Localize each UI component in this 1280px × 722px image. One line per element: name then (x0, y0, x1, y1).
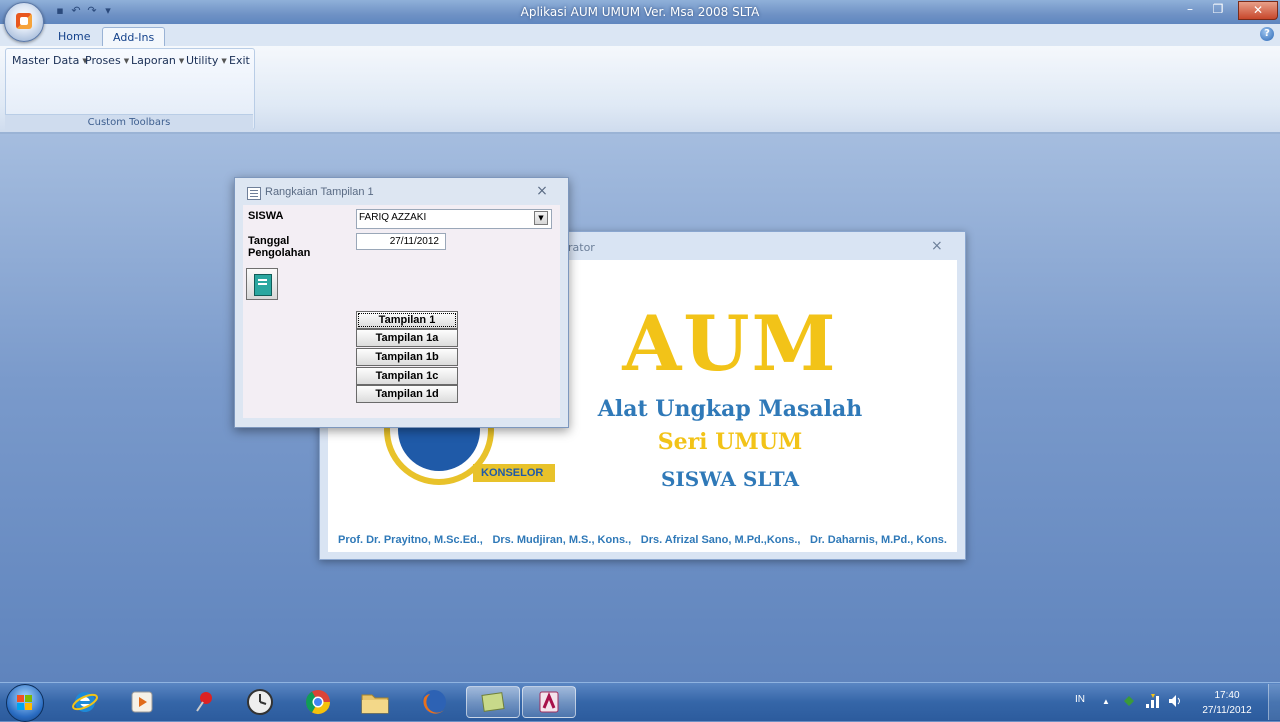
tanggal-field[interactable]: 27/11/2012 (356, 233, 446, 250)
tab-home[interactable]: Home (48, 27, 100, 46)
file-explorer-icon[interactable] (357, 686, 393, 718)
tray-expand-icon[interactable]: ▲ (1102, 697, 1110, 706)
start-button[interactable] (6, 684, 44, 722)
chrome-icon[interactable] (300, 686, 336, 718)
dialog-body: SISWA FARIQ AZZAKI ▼ Tanggal Pengolahan … (243, 205, 560, 418)
author: Dr. Daharnis, M.Pd., Kons. (810, 534, 947, 546)
access-icon[interactable] (522, 686, 576, 718)
office-button[interactable] (4, 2, 44, 42)
logo-label: KONSELOR (473, 464, 555, 482)
siswa-value: FARIQ AZZAKI (359, 212, 427, 223)
author: Drs. Afrizal Sano, M.Pd.,Kons., (640, 534, 801, 546)
group-label: Custom Toolbars (5, 114, 253, 130)
dialog-title-bar[interactable]: Rangkaian Tampilan 1 × (235, 178, 568, 205)
help-icon[interactable]: ? (1260, 27, 1274, 41)
menu-laporan[interactable]: Laporan ▼ (131, 54, 184, 67)
splash-close-button[interactable]: × (931, 238, 943, 254)
siswa-label: SISWA (248, 210, 284, 222)
firefox-icon[interactable] (416, 686, 452, 718)
menu-master-data[interactable]: Master Data ▼ (12, 54, 88, 67)
signal-icon[interactable] (1145, 694, 1161, 711)
splash-heading: AUM (622, 299, 838, 388)
tanggal-label: Tanggal Pengolahan (248, 235, 311, 259)
system-clock[interactable]: 17:40 27/11/2012 (1196, 688, 1258, 718)
notebook-button[interactable] (246, 268, 278, 300)
close-button[interactable]: ✕ (1238, 1, 1278, 20)
volume-icon[interactable] (1168, 694, 1184, 711)
tampilan-1-button[interactable]: Tampilan 1 (356, 311, 458, 329)
splash-title: rator (568, 241, 595, 254)
tampilan-1d-button[interactable]: Tampilan 1d (356, 385, 458, 403)
chevron-down-icon: ▼ (123, 57, 130, 65)
ribbon-tab-bar: Home Add-Ins (0, 24, 1280, 47)
notes-app-icon[interactable] (466, 686, 520, 718)
office-logo-icon (16, 13, 32, 29)
siswa-combo[interactable]: FARIQ AZZAKI ▼ (356, 209, 552, 229)
author: Prof. Dr. Prayitno, M.Sc.Ed., (338, 534, 483, 546)
tab-add-ins[interactable]: Add-Ins (102, 27, 166, 47)
dialog-title: Rangkaian Tampilan 1 (265, 186, 374, 198)
internet-explorer-icon[interactable] (67, 686, 103, 718)
author: Drs. Mudjiran, M.S., Kons., (492, 534, 632, 546)
show-desktop-button[interactable] (1268, 684, 1280, 720)
tampilan-1a-button[interactable]: Tampilan 1a (356, 329, 458, 347)
clock-app-icon[interactable] (242, 686, 278, 718)
network-status-icon[interactable] (1122, 694, 1136, 711)
menu-exit[interactable]: Exit (229, 54, 250, 67)
language-indicator[interactable]: IN (1075, 694, 1085, 705)
rangkaian-dialog: Rangkaian Tampilan 1 × SISWA FARIQ AZZAK… (234, 177, 569, 428)
media-player-icon[interactable] (124, 686, 160, 718)
tampilan-1b-button[interactable]: Tampilan 1b (356, 348, 458, 366)
restore-button[interactable]: ❐ (1204, 1, 1232, 18)
window-title: Aplikasi AUM UMUM Ver. Msa 2008 SLTA (520, 5, 760, 19)
splash-level: SISWA SLTA (660, 467, 800, 491)
splash-series: Seri UMUM (657, 429, 803, 455)
dialog-close-button[interactable]: × (535, 183, 549, 199)
authors-line: Prof. Dr. Prayitno, M.Sc.Ed., Drs. Mudji… (330, 534, 955, 546)
windows-logo-icon (17, 695, 33, 711)
menu-utility[interactable]: Utility ▼ (186, 54, 227, 67)
minimize-button[interactable]: – (1176, 1, 1204, 18)
konselor-logo-icon (384, 425, 494, 495)
chevron-down-icon[interactable]: ▼ (534, 211, 548, 225)
tampilan-1c-button[interactable]: Tampilan 1c (356, 367, 458, 385)
clock-date: 27/11/2012 (1202, 705, 1252, 716)
pin-app-icon[interactable] (186, 686, 222, 718)
notebook-icon (254, 274, 272, 296)
clock-time: 17:40 (1214, 690, 1240, 701)
splash-subtitle: Alat Ungkap Masalah (597, 396, 863, 422)
chevron-down-icon: ▼ (221, 57, 227, 65)
chevron-down-icon: ▼ (178, 57, 185, 65)
form-icon (247, 187, 261, 200)
menu-proses[interactable]: Proses ▼ (85, 54, 129, 67)
